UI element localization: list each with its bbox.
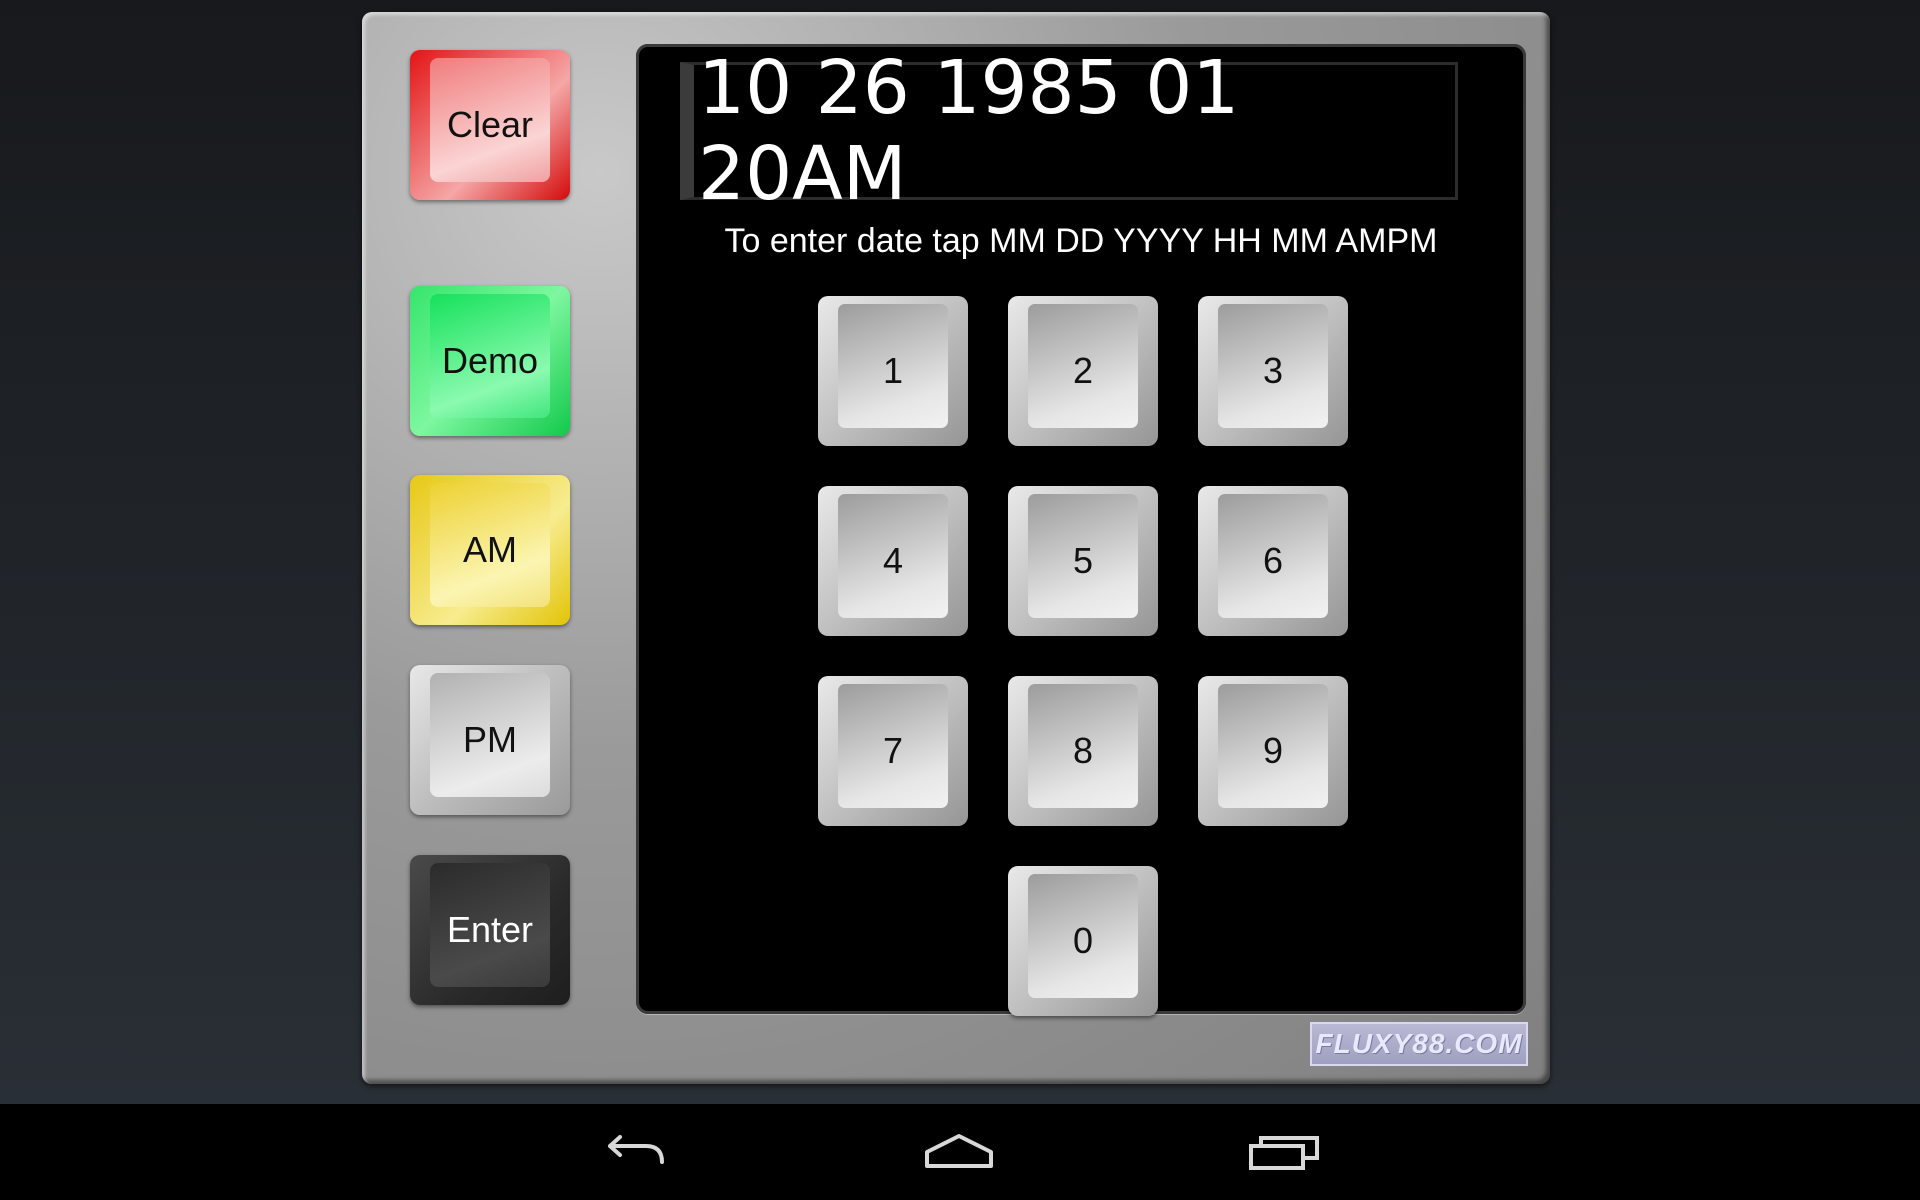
key-9[interactable]: 9 <box>1198 676 1348 826</box>
home-icon <box>925 1134 993 1168</box>
am-button[interactable]: AM <box>410 475 570 625</box>
navigation-bar <box>0 1104 1920 1200</box>
key-0-label: 0 <box>1072 920 1094 961</box>
key-9-label: 9 <box>1262 730 1284 771</box>
recent-apps-button[interactable] <box>1240 1124 1330 1180</box>
key-4[interactable]: 4 <box>818 486 968 636</box>
instruction-text: To enter date tap MM DD YYYY HH MM AMPM <box>724 222 1438 260</box>
key-6[interactable]: 6 <box>1198 486 1348 636</box>
clear-button[interactable]: Clear <box>410 50 570 200</box>
key-4-label: 4 <box>882 540 904 581</box>
home-button[interactable] <box>914 1124 1004 1180</box>
key-1[interactable]: 1 <box>818 296 968 446</box>
key-7-label: 7 <box>882 730 904 771</box>
key-1-label: 1 <box>882 350 904 391</box>
key-0[interactable]: 0 <box>1008 866 1158 1016</box>
back-icon <box>608 1135 664 1164</box>
watermark-logo: FLUXY88.COM <box>1310 1022 1528 1066</box>
key-6-label: 6 <box>1262 540 1284 581</box>
clear-button-label: Clear <box>446 104 534 145</box>
key-3-label: 3 <box>1262 350 1284 391</box>
key-7[interactable]: 7 <box>818 676 968 826</box>
key-2[interactable]: 2 <box>1008 296 1158 446</box>
am-button-label: AM <box>463 529 517 570</box>
demo-button-label: Demo <box>441 340 539 381</box>
enter-button[interactable]: Enter <box>410 855 570 1005</box>
key-8[interactable]: 8 <box>1008 676 1158 826</box>
date-display-value: 10 26 1985 01 20AM <box>698 45 1240 217</box>
key-2-label: 2 <box>1072 350 1094 391</box>
screen: 10 26 1985 01 20AM To enter date tap MM … <box>636 44 1526 1016</box>
recent-apps-icon <box>1249 1136 1319 1170</box>
key-8-label: 8 <box>1072 730 1094 771</box>
device-panel: Clear Demo AM PM Enter 10 26 1985 01 20A… <box>362 12 1550 1084</box>
demo-button[interactable]: Demo <box>410 286 570 436</box>
enter-button-label: Enter <box>446 909 534 950</box>
key-5-label: 5 <box>1072 540 1094 581</box>
date-display: 10 26 1985 01 20AM <box>680 45 1458 217</box>
key-5[interactable]: 5 <box>1008 486 1158 636</box>
pm-button[interactable]: PM <box>410 665 570 815</box>
key-3[interactable]: 3 <box>1198 296 1348 446</box>
back-button[interactable] <box>590 1124 680 1180</box>
pm-button-label: PM <box>463 719 517 760</box>
